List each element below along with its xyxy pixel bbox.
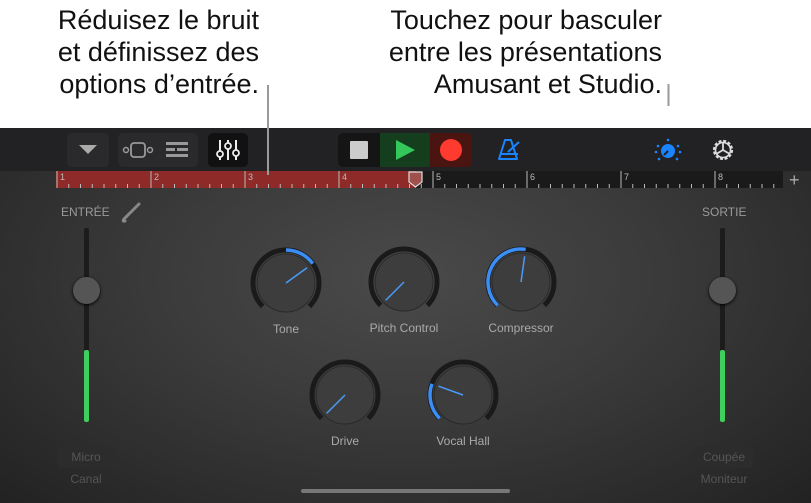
input-level-meter xyxy=(84,350,89,422)
output-level-slider[interactable] xyxy=(709,228,736,422)
input-channel-button[interactable]: Micro xyxy=(57,446,115,468)
input-channel-label: Canal xyxy=(70,472,102,486)
play-button[interactable] xyxy=(380,133,430,167)
settings-button[interactable] xyxy=(707,133,739,167)
callout-leader-line xyxy=(267,85,269,175)
callout-line: Amusant et Studio. xyxy=(433,69,662,99)
bar-number: 6 xyxy=(530,172,536,182)
input-label: ENTRÉE xyxy=(61,205,110,219)
monitor-label: Moniteur xyxy=(700,472,748,486)
browser-dropdown-icon xyxy=(79,145,97,154)
knob-label: Drive xyxy=(330,434,359,448)
knob-tone[interactable] xyxy=(246,243,326,323)
knob-vocal-hall[interactable] xyxy=(423,355,503,435)
bar-number: 4 xyxy=(342,172,348,182)
bar-number: 7 xyxy=(624,172,630,182)
add-section-button[interactable]: + xyxy=(789,170,800,191)
metronome-button[interactable] xyxy=(494,133,524,167)
monitor-button[interactable]: Coupée xyxy=(695,446,753,468)
metronome-icon xyxy=(498,139,520,160)
knob-drive[interactable] xyxy=(305,355,385,435)
amusant-studio-toggle-icon xyxy=(654,138,682,161)
settings-gear-icon xyxy=(712,139,734,161)
browser-dropdown-button[interactable] xyxy=(67,133,109,167)
stop-icon xyxy=(350,141,368,159)
callout-line: Réduisez le bruit xyxy=(57,5,259,35)
bar-number: 8 xyxy=(718,172,724,182)
input-slider-thumb[interactable] xyxy=(73,277,100,305)
output-level-meter xyxy=(720,350,725,422)
callout-leader-line xyxy=(667,84,670,106)
knob-label: Pitch Control xyxy=(369,321,439,335)
audio-recorder-app: 1 2 3 4 5 6 7 8 + ENTRÉE Micro Canal SOR… xyxy=(0,84,811,503)
bar-number: 5 xyxy=(436,172,442,182)
callout-view-toggle: Touchez pour basculer entre les présenta… xyxy=(362,4,662,100)
output-label: SORTIE xyxy=(702,205,747,219)
knob-label: Compressor xyxy=(488,321,554,335)
play-icon xyxy=(396,140,415,160)
output-slider-thumb[interactable] xyxy=(709,277,736,305)
knob-compressor[interactable] xyxy=(481,242,561,322)
record-icon xyxy=(440,139,462,161)
playhead-icon[interactable] xyxy=(408,171,424,188)
knob-label: Vocal Hall xyxy=(436,434,490,448)
knob-label: Tone xyxy=(272,322,300,336)
callout-line: et définissez des xyxy=(57,37,259,67)
knob-pitch-control[interactable] xyxy=(364,242,444,322)
home-indicator[interactable] xyxy=(301,489,510,493)
callout-line: Touchez pour basculer xyxy=(390,5,662,35)
callout-line: entre les présentations xyxy=(388,37,662,67)
bar-number: 1 xyxy=(60,172,66,182)
input-jack-icon[interactable] xyxy=(120,201,142,223)
stop-button[interactable] xyxy=(338,133,380,167)
input-level-slider[interactable] xyxy=(73,228,100,422)
amusant-studio-toggle-button[interactable] xyxy=(652,133,684,167)
record-button[interactable] xyxy=(430,133,472,167)
